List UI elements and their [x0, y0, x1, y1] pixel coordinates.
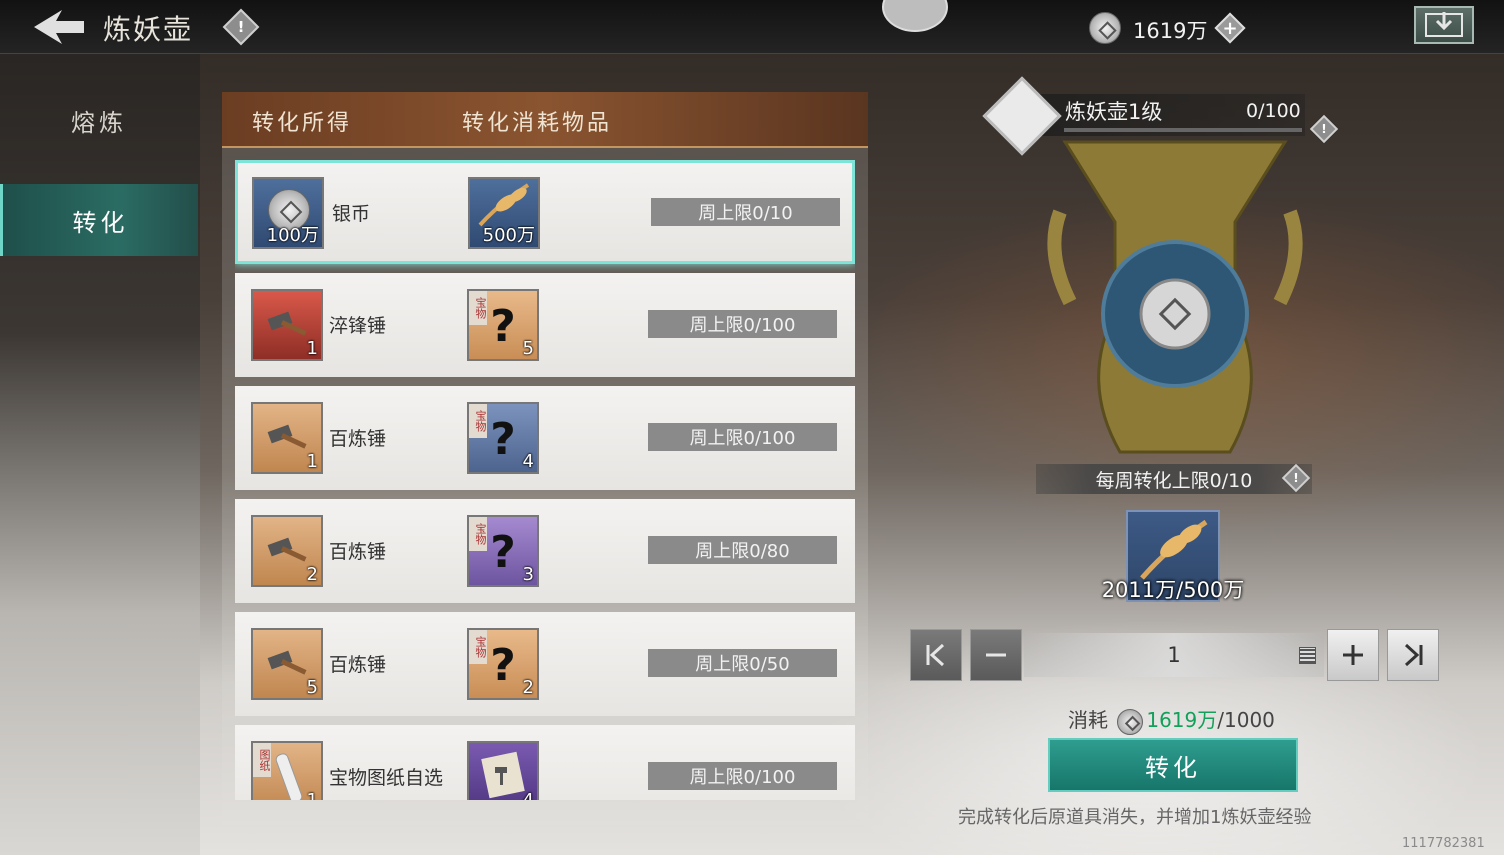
- back-arrow-icon[interactable]: [32, 8, 86, 46]
- silver-coin-icon: [1089, 12, 1121, 44]
- decrease-button[interactable]: [970, 629, 1022, 681]
- list-item[interactable]: 5 百炼锤 ? 宝物 2 周上限0/50: [235, 612, 855, 716]
- list-item[interactable]: 2 百炼锤 ? 宝物 3 周上限0/80: [235, 499, 855, 603]
- question-icon: ? 宝物 2: [467, 628, 539, 700]
- conversion-note: 完成转化后原道具消失，并增加1炼妖壶经验: [958, 807, 1312, 828]
- hammer-icon: 2: [251, 515, 323, 587]
- list-item[interactable]: 图纸 1 宝物图纸自选 4 周上限0/100: [235, 725, 855, 800]
- silver-coin-icon: [1117, 708, 1144, 735]
- convert-button[interactable]: 转化: [1048, 738, 1298, 792]
- list-header: 转化所得 转化消耗物品: [222, 92, 868, 148]
- hammer-icon: 1: [251, 289, 323, 361]
- pot-level: 炼妖壶1级: [1065, 100, 1163, 124]
- min-button[interactable]: [910, 629, 962, 681]
- quantity-input[interactable]: 1: [1024, 633, 1324, 677]
- info-icon[interactable]: !: [222, 8, 260, 46]
- consume-line: 消耗 1619万/1000: [1068, 704, 1275, 735]
- weekly-limit: 周上限0/100: [648, 762, 837, 790]
- question-icon: ? 宝物 4: [467, 402, 539, 474]
- tab-smelt[interactable]: 熔炼: [0, 84, 198, 156]
- item-name: 百炼锤: [329, 541, 387, 563]
- weekly-limit: 周上限0/100: [648, 310, 837, 338]
- page-title: 炼妖壶: [103, 13, 194, 46]
- list-item[interactable]: 100万 银币 500万 周上限0/10: [235, 160, 855, 264]
- item-name: 淬锋锤: [329, 315, 387, 337]
- item-name: 银币: [332, 203, 371, 225]
- increase-button[interactable]: [1327, 629, 1379, 681]
- weekly-limit: 周上限0/80: [648, 536, 837, 564]
- blueprint-icon: 4: [467, 741, 539, 800]
- exit-icon[interactable]: [1414, 6, 1474, 44]
- scroll-icon: 图纸 1: [251, 741, 323, 800]
- list-item[interactable]: 1 淬锋锤 ? 宝物 5 周上限0/100: [235, 273, 855, 377]
- weekly-limit: 周上限0/10: [651, 198, 840, 226]
- plus-icon[interactable]: +: [1214, 12, 1246, 44]
- silver-amount: 1619万: [1133, 19, 1208, 43]
- wheat-icon: 500万: [468, 177, 540, 249]
- gamepad-icon[interactable]: [882, 0, 948, 32]
- top-bar: 炼妖壶 ! 1619万 +: [0, 0, 1504, 54]
- user-id: 1117782381: [1402, 836, 1485, 851]
- weekly-limit-banner: 每周转化上限0/10: [1036, 464, 1312, 494]
- item-name: 宝物图纸自选: [329, 767, 444, 789]
- silver-coin-icon: 100万: [252, 177, 324, 249]
- list-item[interactable]: 1 百炼锤 ? 宝物 4 周上限0/100: [235, 386, 855, 490]
- question-icon: ? 宝物 3: [467, 515, 539, 587]
- item-name: 百炼锤: [329, 428, 387, 450]
- sidebar-background: [0, 52, 200, 855]
- hammer-icon: 1: [251, 402, 323, 474]
- item-name: 百炼锤: [329, 654, 387, 676]
- hammer-icon: 5: [251, 628, 323, 700]
- keypad-icon[interactable]: [1299, 647, 1316, 664]
- question-icon: ? 宝物 5: [467, 289, 539, 361]
- max-button[interactable]: [1387, 629, 1439, 681]
- weekly-limit: 周上限0/100: [648, 423, 837, 451]
- cost-item-count: 2011万/500万: [1101, 578, 1245, 602]
- pot-exp: 0/100: [1246, 100, 1301, 122]
- pot-image: [1047, 140, 1303, 454]
- header-cost: 转化消耗物品: [462, 111, 613, 136]
- conversion-list[interactable]: 100万 银币 500万 周上限0/10 1 淬锋锤 ? 宝物 5 周上限0/1…: [235, 160, 855, 800]
- weekly-limit: 周上限0/50: [648, 649, 837, 677]
- header-gain: 转化所得: [252, 111, 353, 136]
- tab-convert[interactable]: 转化: [0, 184, 198, 256]
